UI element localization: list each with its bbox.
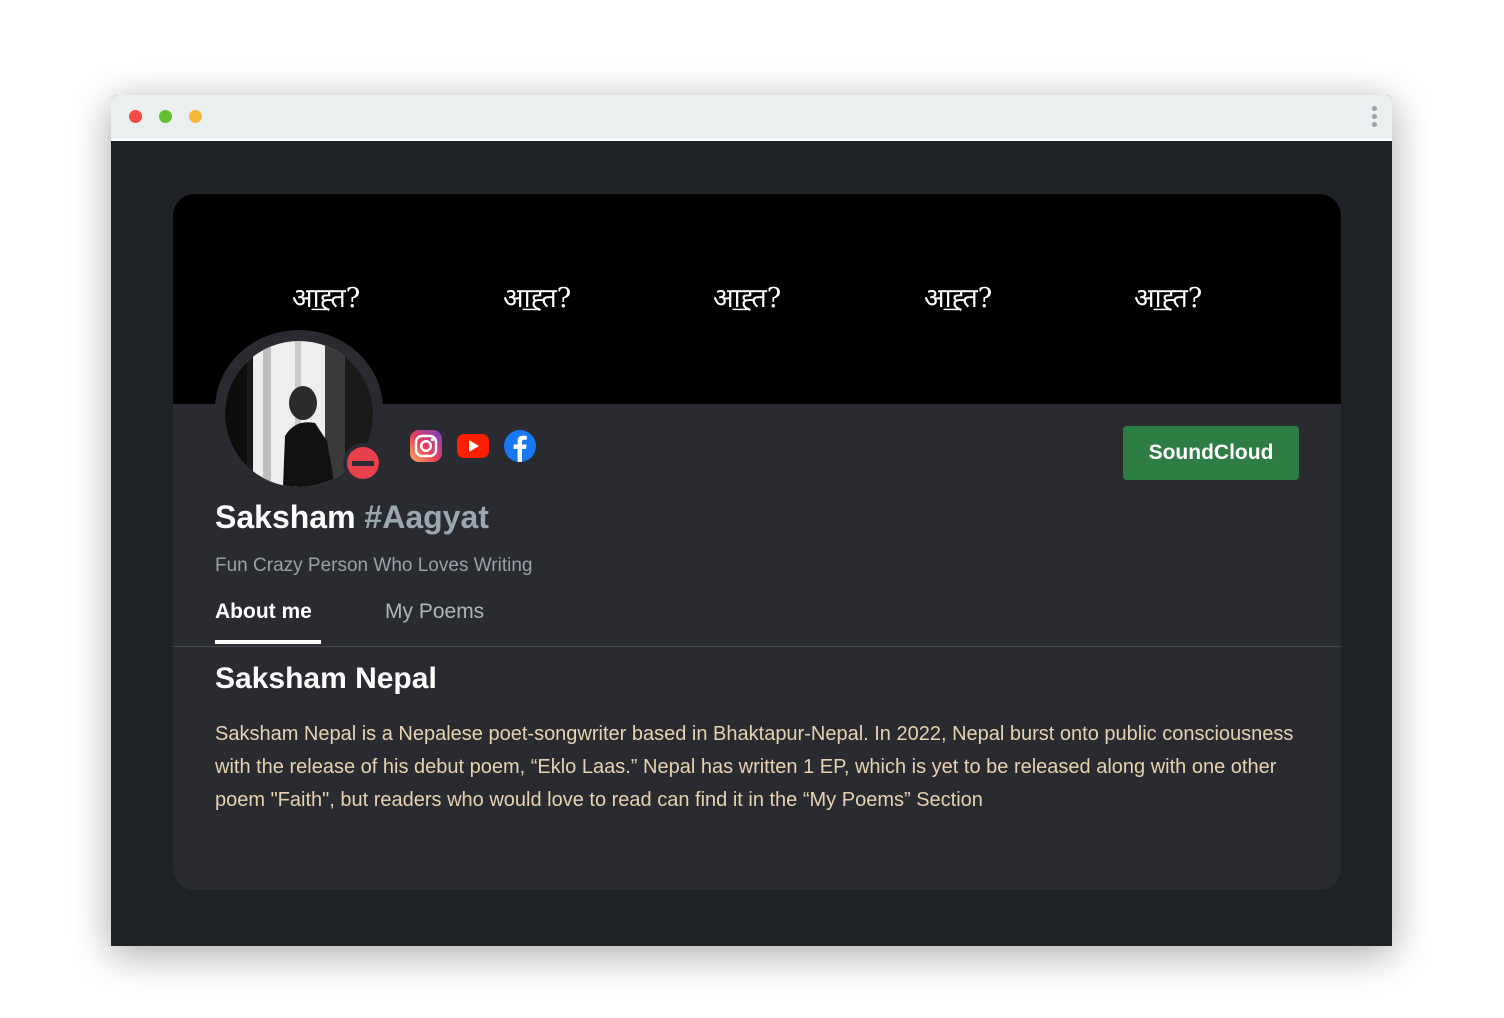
- profile-name: Saksham #Aagyat: [215, 499, 489, 536]
- tab-my-poems[interactable]: My Poems: [385, 600, 484, 624]
- do-not-disturb-badge: [343, 443, 383, 483]
- tabs-divider: [173, 646, 1341, 647]
- active-tab-indicator: [215, 640, 321, 644]
- close-dot[interactable]: [129, 110, 142, 123]
- banner-text: आ͟ह्त?: [924, 283, 993, 314]
- banner-text: आ͟ह्त?: [713, 283, 782, 314]
- profile-card: आ͟ह्त? आ͟ह्त? आ͟ह्त? आ͟ह्त? आ͟ह्त? Sound…: [173, 194, 1341, 890]
- minimize-dot[interactable]: [159, 110, 172, 123]
- profile-tag: #Aagyat: [364, 499, 489, 535]
- title-bar: [111, 95, 1392, 141]
- profile-subtitle: Fun Crazy Person Who Loves Writing: [215, 555, 533, 576]
- minus-icon: [347, 447, 379, 479]
- facebook-icon[interactable]: [503, 429, 537, 463]
- profile-first-name: Saksham: [215, 499, 356, 535]
- banner-text: आ͟ह्त?: [503, 283, 572, 314]
- soundcloud-button[interactable]: SoundCloud: [1123, 426, 1299, 480]
- instagram-icon[interactable]: [409, 429, 443, 463]
- kebab-menu-icon[interactable]: [1370, 104, 1378, 130]
- about-title: Saksham Nepal: [215, 662, 437, 695]
- about-text: Saksham Nepal is a Nepalese poet-songwri…: [215, 723, 1294, 811]
- youtube-icon[interactable]: [456, 429, 490, 463]
- browser-window: आ͟ह्त? आ͟ह्त? आ͟ह्त? आ͟ह्त? आ͟ह्त? Sound…: [111, 95, 1392, 946]
- banner-text: आ͟ह्त?: [292, 283, 361, 314]
- maximize-dot[interactable]: [189, 110, 202, 123]
- tab-about-me[interactable]: About me: [215, 600, 312, 624]
- banner-text: आ͟ह्त?: [1134, 283, 1203, 314]
